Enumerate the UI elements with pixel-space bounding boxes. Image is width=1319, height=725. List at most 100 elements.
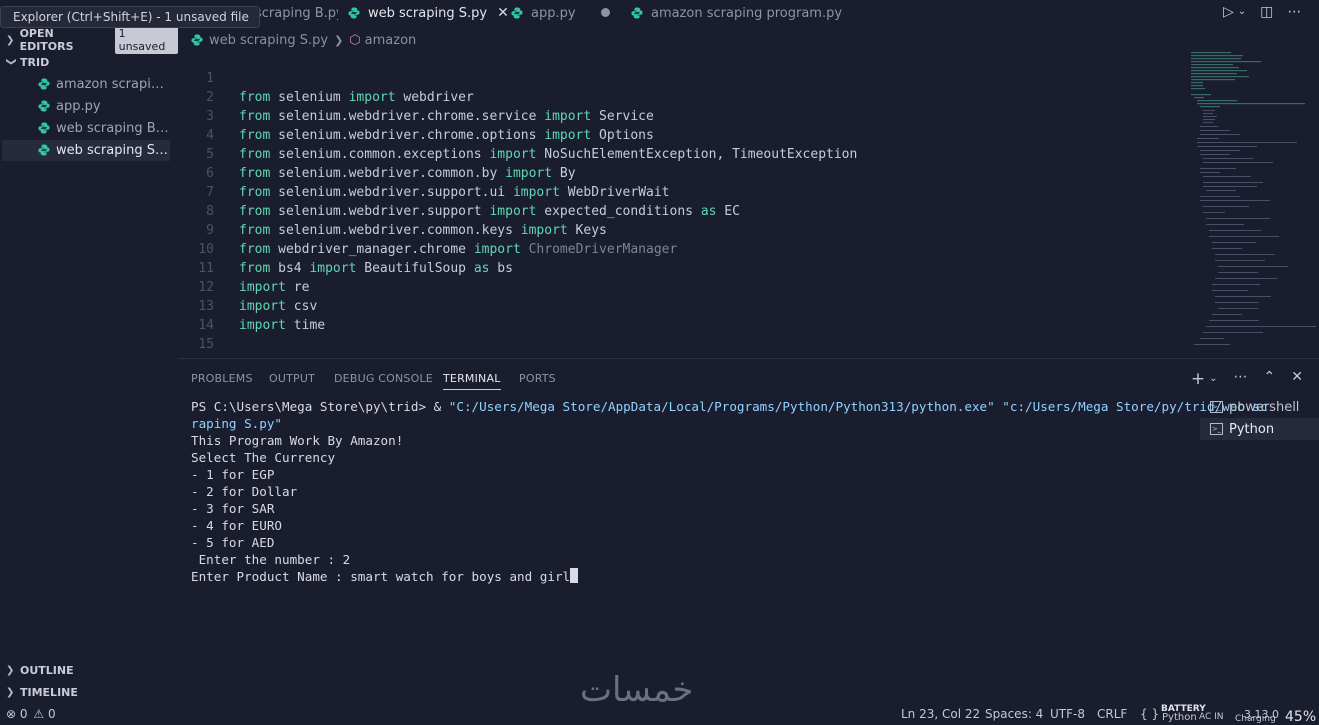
- chevron-right-icon: ❯: [334, 33, 344, 47]
- timeline-header[interactable]: ❯ TIMELINE: [0, 681, 178, 703]
- tab-terminal[interactable]: TERMINAL: [443, 372, 501, 390]
- tab-label: amazon scraping program.py: [651, 5, 843, 21]
- file-label: amazon scraping ...: [56, 77, 170, 92]
- terminal-list: >_ powershell >_ Python: [1200, 396, 1319, 440]
- tab-output[interactable]: OUTPUT: [269, 372, 315, 385]
- tab-label: app.py: [531, 5, 576, 21]
- folder-label: TRID: [20, 55, 50, 69]
- code-line: 7 from selenium.webdriver.support import…: [178, 164, 1188, 219]
- terminal-line: - 1 for EGP: [191, 467, 275, 482]
- language-status[interactable]: Python: [1162, 712, 1197, 723]
- chevron-right-icon: ❯: [6, 686, 15, 698]
- code-line: 2 from selenium.webdriver.chrome.service…: [178, 69, 1188, 124]
- code-line: 3 from selenium.webdriver.chrome.options…: [178, 88, 1188, 143]
- cube-icon: ⬡: [349, 32, 361, 48]
- code-line: 1 from selenium import webdriver: [178, 50, 1188, 105]
- terminal-command: "C:/Users/Mega Store/AppData/Local/Progr…: [448, 399, 1268, 414]
- terminal-item-powershell[interactable]: >_ powershell: [1200, 396, 1319, 418]
- breadcrumb-file[interactable]: web scraping S.py: [209, 33, 328, 48]
- maximize-panel-icon[interactable]: ⌃: [1264, 369, 1276, 389]
- terminal-item-python[interactable]: >_ Python: [1200, 418, 1319, 440]
- code-line: 4 from selenium.common.exceptions import…: [178, 107, 1188, 162]
- terminal-output[interactable]: PS C:\Users\Mega Store\py\trid> & "C:/Us…: [191, 398, 1268, 585]
- python-file-icon: [348, 7, 360, 19]
- terminal-line: This Program Work By Amazon!: [191, 433, 404, 448]
- tab-debug-console[interactable]: DEBUG CONSOLE: [334, 372, 433, 385]
- minimap[interactable]: [1188, 50, 1319, 357]
- tab-web-scraping-s[interactable]: web scraping S.py ✕: [338, 0, 519, 26]
- braces-icon: { }: [1140, 707, 1160, 721]
- code-line: 16 try:: [178, 335, 1188, 357]
- python-file-icon: [191, 34, 203, 46]
- code-line: 6 from selenium.webdriver.support.ui imp…: [178, 145, 1188, 200]
- tab-ports[interactable]: PORTS: [519, 372, 556, 385]
- terminal-input-text: Enter Product Name : smart watch for boy…: [191, 569, 571, 584]
- run-icon[interactable]: ▷: [1223, 4, 1234, 20]
- code-token: ():: [317, 356, 340, 357]
- file-item-web-scraping-b[interactable]: web scraping B.py: [2, 118, 170, 139]
- chevron-down-icon[interactable]: ⌄: [1238, 6, 1246, 20]
- code-line: 13 import time: [178, 278, 1188, 333]
- terminal-line: Enter Product Name : smart watch for boy…: [191, 568, 1191, 585]
- folder-header-trid[interactable]: ❯ TRID: [0, 51, 178, 73]
- explorer-tooltip: Explorer (Ctrl+Shift+E) - 1 unsaved file: [0, 6, 260, 28]
- code-line: 5 from selenium.webdriver.common.by impo…: [178, 126, 1188, 181]
- terminal-line: - 5 for AED: [191, 535, 275, 550]
- open-editors-header[interactable]: ❯ OPEN EDITORS 1 unsaved: [0, 26, 178, 54]
- python-file-icon: [38, 100, 50, 112]
- code-token: def: [239, 356, 262, 357]
- terminal-cursor: [570, 568, 579, 583]
- more-actions-icon[interactable]: ⋯: [1234, 369, 1248, 389]
- file-item-app[interactable]: app.py: [2, 96, 170, 117]
- chevron-down-icon: ❯: [5, 57, 17, 66]
- tab-amazon-scraping-program[interactable]: amazon scraping program.py: [631, 0, 842, 26]
- terminal-line: Enter the number : 2: [191, 552, 351, 567]
- python-file-icon: [631, 7, 643, 19]
- cursor-position[interactable]: Ln 23, Col 22: [901, 707, 980, 721]
- terminal-line: PS C:\Users\Mega Store\py\trid> & "C:/Us…: [191, 398, 1268, 415]
- tab-app[interactable]: app.py: [511, 0, 576, 26]
- code-editor[interactable]: 1 from selenium import webdriver 2 from …: [178, 50, 1188, 357]
- indentation-status[interactable]: Spaces: 4: [985, 707, 1043, 721]
- chevron-down-icon[interactable]: ⌄: [1209, 373, 1217, 389]
- problems-status[interactable]: ⊗ 0 ⚠ 0: [6, 707, 56, 721]
- terminal-line: raping S.py": [191, 416, 282, 431]
- code-line: 14: [178, 297, 1188, 333]
- unsaved-badge: 1 unsaved: [114, 26, 178, 54]
- line-number: 16: [178, 354, 214, 357]
- tab-problems[interactable]: PROBLEMS: [191, 372, 253, 385]
- outline-header[interactable]: ❯ OUTLINE: [0, 659, 178, 681]
- editor-tab-bar: web scraping B.py web scraping S.py ✕ ap…: [178, 0, 1319, 26]
- code-line: 11 import re: [178, 240, 1188, 295]
- python-file-icon: [38, 78, 50, 90]
- breadcrumb-symbol[interactable]: amazon: [365, 33, 417, 48]
- terminal-line: Select The Currency: [191, 450, 336, 465]
- chevron-right-icon: ❯: [6, 664, 15, 676]
- more-actions-icon[interactable]: ⋯: [1287, 4, 1301, 20]
- unsaved-dot-icon[interactable]: [601, 8, 610, 17]
- split-editor-icon[interactable]: ◫: [1260, 4, 1273, 20]
- ac-status: AC IN: [1199, 712, 1224, 722]
- status-bar: ⊗ 0 ⚠ 0 Ln 23, Col 22 Spaces: 4 UTF-8 CR…: [0, 703, 1319, 725]
- terminal-line: - 3 for SAR: [191, 501, 275, 516]
- close-icon[interactable]: ✕: [497, 5, 509, 21]
- code-line: 8 from selenium.webdriver.common.keys im…: [178, 183, 1188, 238]
- python-file-icon: [38, 122, 50, 134]
- bottom-panel: PROBLEMS OUTPUT DEBUG CONSOLE TERMINAL P…: [178, 358, 1319, 658]
- file-item-web-scraping-s[interactable]: web scraping S.py: [2, 140, 170, 161]
- add-terminal-icon[interactable]: +: [1191, 369, 1205, 389]
- outline-label: OUTLINE: [20, 663, 74, 677]
- terminal-line: - 4 for EURO: [191, 518, 282, 533]
- close-panel-icon[interactable]: ✕: [1291, 369, 1303, 389]
- timeline-label: TIMELINE: [20, 685, 78, 699]
- battery-state: Charging: [1235, 714, 1276, 724]
- eol-status[interactable]: CRLF: [1097, 707, 1127, 721]
- error-icon: ⊗: [6, 707, 17, 721]
- code-line: 10 from bs4 import BeautifulSoup as bs: [178, 221, 1188, 276]
- terminal-line: - 2 for Dollar: [191, 484, 298, 499]
- file-label: app.py: [56, 99, 101, 114]
- open-editors-label: OPEN EDITORS: [19, 27, 74, 53]
- file-item-amazon-scraping[interactable]: amazon scraping ...: [2, 74, 170, 95]
- encoding-status[interactable]: UTF-8: [1050, 707, 1085, 721]
- warning-icon: ⚠: [33, 707, 45, 721]
